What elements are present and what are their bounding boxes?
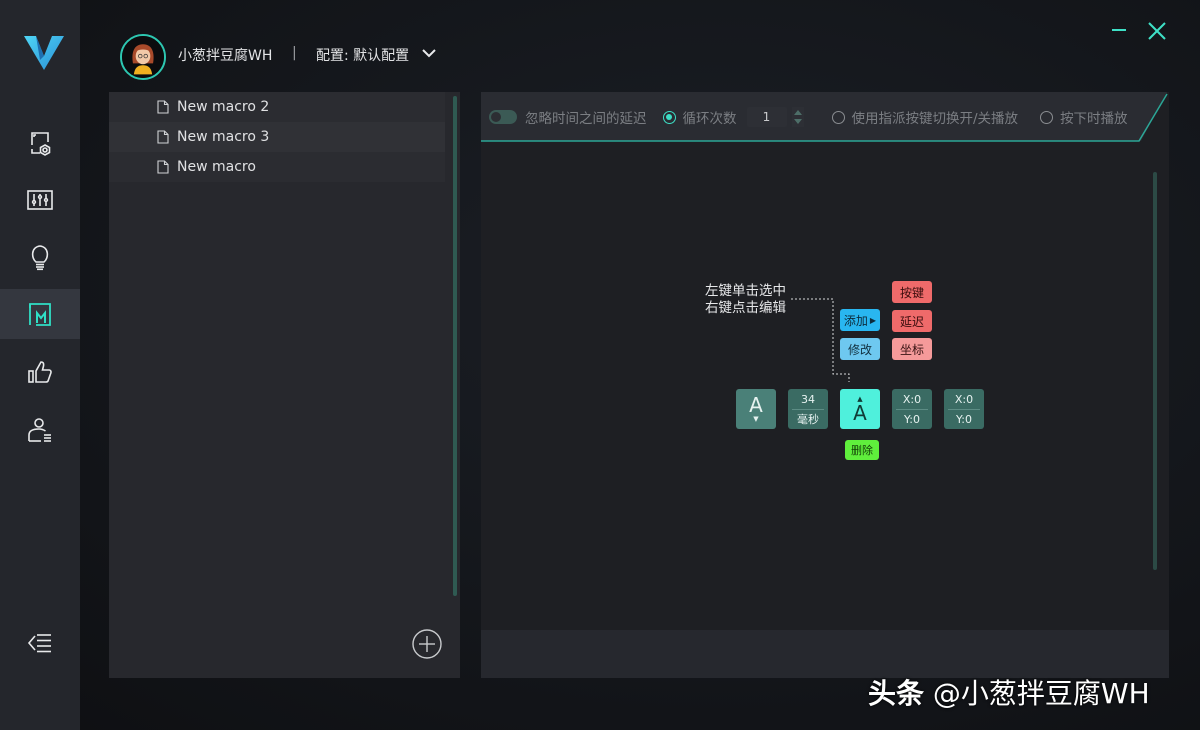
loop-count-label: 循环次数 <box>682 111 737 127</box>
macro-list-scrollbar[interactable] <box>453 96 457 596</box>
macro-icon <box>29 303 51 326</box>
device-settings-icon <box>31 132 51 156</box>
macro-name: New macro <box>177 159 256 175</box>
assign-toggle-label: 使用指派按键切换开/关播放 <box>851 111 1019 127</box>
file-icon <box>157 160 169 174</box>
header: 小葱拌豆腐WH | 配置: 默认配置 <box>80 0 1200 90</box>
delete-button[interactable]: 删除 <box>845 440 879 460</box>
file-icon <box>157 100 169 114</box>
add-macro-button[interactable] <box>411 628 443 660</box>
collapse-menu-icon[interactable] <box>26 630 54 656</box>
macro-list-item[interactable]: New macro <box>109 152 445 182</box>
minimize-icon[interactable] <box>1110 20 1130 40</box>
macro-name: New macro 3 <box>177 129 270 145</box>
hint-left-click: 左键单击选中 <box>705 283 786 299</box>
macro-name: New macro 2 <box>177 99 270 115</box>
header-separator: | <box>292 45 297 61</box>
loop-count-radio[interactable] <box>662 110 676 124</box>
hold-play-radio[interactable] <box>1040 110 1054 124</box>
add-delay-button[interactable]: 延迟 <box>892 310 932 332</box>
watermark: 头条 @小葱拌豆腐WH <box>868 677 1150 710</box>
add-coord-button[interactable]: 坐标 <box>892 338 932 360</box>
avatar[interactable] <box>120 34 166 80</box>
username: 小葱拌豆腐WH <box>178 48 273 64</box>
editor-footer <box>481 630 1169 678</box>
app-logo-icon <box>24 36 64 70</box>
macro-list-item[interactable]: New macro 3 <box>109 122 445 152</box>
ignore-delay-toggle[interactable] <box>489 110 517 124</box>
lightbulb-icon <box>31 245 49 271</box>
modify-button[interactable]: 修改 <box>840 338 880 360</box>
add-key-button[interactable]: 按键 <box>892 281 932 303</box>
equalizer-icon <box>27 190 53 210</box>
edit-hint: 左键单击选中 右键点击编辑 <box>705 283 786 317</box>
assign-toggle-radio[interactable] <box>831 110 845 124</box>
loop-count-input[interactable]: 1 <box>746 107 787 127</box>
ignore-delay-label: 忽略时间之间的延迟 <box>525 111 647 127</box>
config-selector[interactable]: 配置: 默认配置 <box>316 45 409 65</box>
editor-scrollbar[interactable] <box>1153 172 1157 570</box>
macro-editor: 忽略时间之间的延迟 循环次数 1 使用指派按键切换开/关播放 按下时播放 左键单… <box>481 92 1169 678</box>
key-down-tile[interactable]: A ▼ <box>736 389 776 429</box>
playback-options: 忽略时间之间的延迟 循环次数 1 使用指派按键切换开/关播放 按下时播放 <box>489 106 1128 128</box>
caret-right-icon: ▶ <box>869 315 877 325</box>
delay-tile[interactable]: 34 毫秒 <box>788 389 828 429</box>
arrow-down-icon: ▼ <box>753 415 759 423</box>
file-icon <box>157 130 169 144</box>
macro-list-item[interactable]: New macro 2 <box>109 92 445 122</box>
close-icon[interactable] <box>1146 20 1168 42</box>
coord-tile[interactable]: X:0 Y:0 <box>892 389 932 429</box>
macro-list-panel: New macro 2 New macro 3 New macro <box>109 92 460 678</box>
hint-right-click: 右键点击编辑 <box>705 300 786 316</box>
avatar-portrait-icon <box>122 36 164 78</box>
nav-device-settings[interactable] <box>0 118 80 168</box>
nav-equalizer[interactable] <box>0 175 80 225</box>
hold-play-label: 按下时播放 <box>1060 111 1128 127</box>
nav-lighting[interactable] <box>0 232 80 282</box>
nav-recommend[interactable] <box>0 347 80 397</box>
chevron-down-icon[interactable] <box>420 44 438 62</box>
nav-macro[interactable] <box>0 289 80 339</box>
nav-account[interactable] <box>0 405 80 455</box>
add-button[interactable]: 添加 ▶ <box>840 309 880 331</box>
thumbs-up-icon <box>28 361 52 383</box>
key-up-tile-selected[interactable]: ▲ A <box>840 389 880 429</box>
user-list-icon <box>28 418 51 442</box>
sidebar <box>0 0 80 730</box>
loop-count-stepper[interactable] <box>791 107 804 127</box>
coord-tile[interactable]: X:0 Y:0 <box>944 389 984 429</box>
